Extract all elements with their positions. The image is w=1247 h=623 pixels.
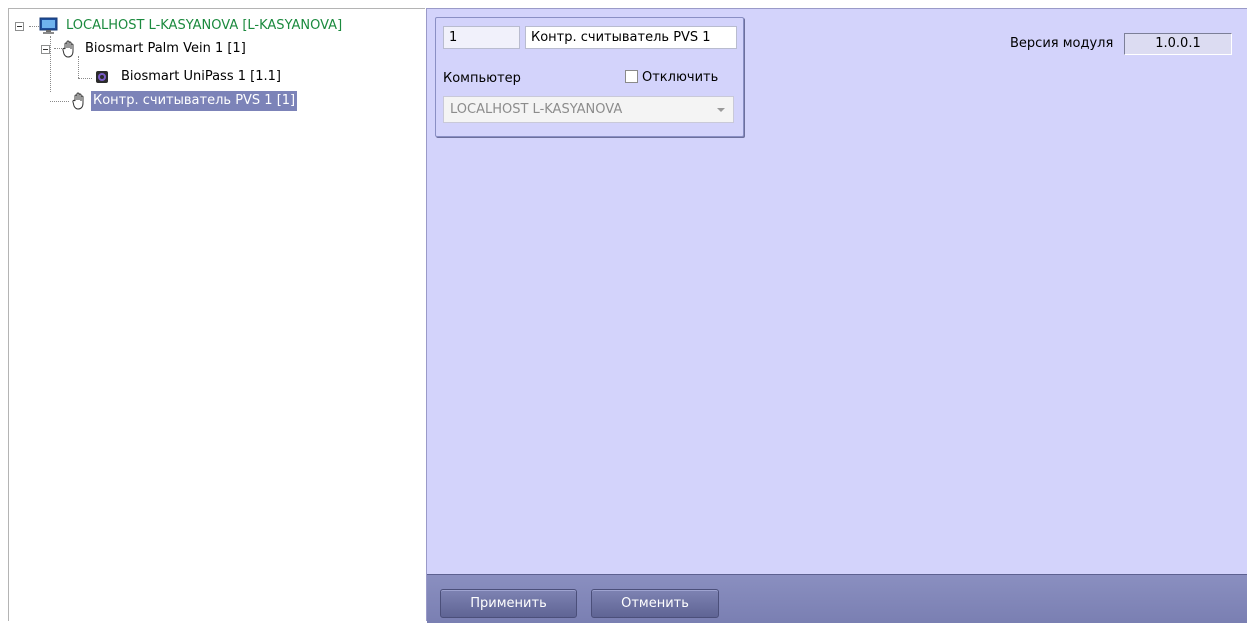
disable-checkbox[interactable] [625,70,638,83]
apply-button[interactable]: Применить [440,589,577,618]
tree-node-unipass[interactable]: Biosmart UniPass 1 [1.1] [9,67,426,87]
palm-hand-icon [61,40,77,65]
palm-hand-icon [71,92,87,117]
collapse-toggle-icon[interactable] [15,22,24,31]
settings-panel: 1 Контр. считыватель PVS 1 Компьютер Отк… [426,8,1247,623]
chevron-down-icon[interactable] [717,108,725,112]
tree-node-label-selected[interactable]: Контр. считыватель PVS 1 [1] [91,91,298,111]
disable-label[interactable]: Отключить [642,70,718,85]
reader-device-icon [95,70,109,91]
reader-settings-group: 1 Контр. считыватель PVS 1 Компьютер Отк… [435,17,744,137]
action-bar: Применить Отменить [427,574,1247,623]
tree-node-label[interactable]: LOCALHOST L-KASYANOVA [L-KASYANOVA] [64,16,344,36]
computer-select-value: LOCALHOST L-KASYANOVA [450,102,623,117]
cancel-button[interactable]: Отменить [591,589,719,618]
tree-node-label[interactable]: Biosmart Palm Vein 1 [1] [83,39,248,59]
tree-node-pvs-reader[interactable]: Контр. считыватель PVS 1 [1] [9,91,426,111]
computer-select[interactable]: LOCALHOST L-KASYANOVA [443,96,734,123]
collapse-toggle-icon[interactable] [41,45,50,54]
device-tree[interactable]: LOCALHOST L-KASYANOVA [L-KASYANOVA] Bios… [8,8,425,621]
tree-node-label[interactable]: Biosmart UniPass 1 [1.1] [119,67,283,87]
tree-node-localhost[interactable]: LOCALHOST L-KASYANOVA [L-KASYANOVA] [9,16,426,36]
computer-label: Компьютер [443,71,521,86]
tree-node-palm-vein[interactable]: Biosmart Palm Vein 1 [1] [9,39,426,59]
version-label: Версия модуля [1010,36,1114,51]
version-field: 1.0.0.1 [1124,33,1232,55]
id-field[interactable]: 1 [443,26,520,49]
name-field[interactable]: Контр. считыватель PVS 1 [525,26,737,49]
